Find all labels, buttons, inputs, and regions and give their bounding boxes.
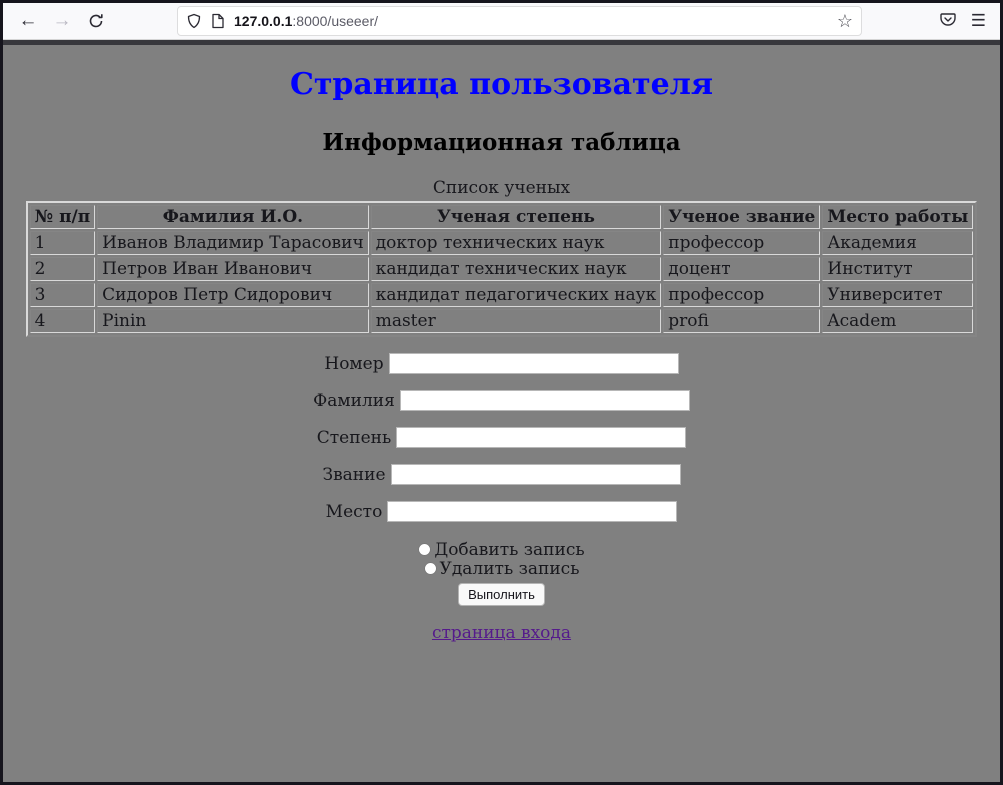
reload-button[interactable]: [81, 6, 111, 36]
cell-place: Институт: [822, 257, 973, 281]
header-rank: Ученое звание: [663, 205, 820, 229]
pocket-icon[interactable]: [939, 10, 957, 33]
cell-place: Academ: [822, 309, 973, 333]
table-row: 4 Pinin master profi Academ: [30, 309, 974, 333]
cell-name: Иванов Владимир Тарасович: [97, 231, 369, 255]
page-subtitle: Информационная таблица: [3, 129, 1000, 156]
url-bar[interactable]: 127.0.0.1:8000/useeer/ ☆: [177, 6, 862, 36]
cell-name: Pinin: [97, 309, 369, 333]
add-record-radio[interactable]: [418, 543, 431, 556]
table-row: 2 Петров Иван Иванович кандидат техничес…: [30, 257, 974, 281]
cell-rank: profi: [663, 309, 820, 333]
form-row-number: Номер: [3, 353, 1000, 374]
radio-row-delete: Удалить запись: [3, 560, 1000, 579]
cell-place: Академия: [822, 231, 973, 255]
form-row-surname: Фамилия: [3, 390, 1000, 411]
forward-arrow-icon: →: [53, 10, 72, 32]
shield-icon[interactable]: [186, 13, 202, 29]
toolbar-right-group: ☰: [939, 10, 990, 33]
record-form: Номер Фамилия Степень Звание Место Добав…: [3, 353, 1000, 606]
table-header-row: № п/п Фамилия И.О. Ученая степень Ученое…: [30, 205, 974, 229]
table-row: 1 Иванов Владимир Тарасович доктор техни…: [30, 231, 974, 255]
delete-record-radio[interactable]: [424, 562, 437, 575]
form-row-rank: Звание: [3, 464, 1000, 485]
form-row-degree: Степень: [3, 427, 1000, 448]
page-title: Страница пользователя: [3, 67, 1000, 102]
table-row: 3 Сидоров Петр Сидорович кандидат педаго…: [30, 283, 974, 307]
cell-rank: профессор: [663, 231, 820, 255]
scientists-table: Список ученых № п/п Фамилия И.О. Ученая …: [26, 178, 978, 337]
bookmark-star-icon[interactable]: ☆: [837, 11, 853, 32]
execute-button[interactable]: Выполнить: [458, 583, 545, 606]
cell-number: 2: [30, 257, 96, 281]
url-host: 127.0.0.1: [234, 13, 292, 29]
link-row: страница входа: [3, 623, 1000, 643]
number-input[interactable]: [389, 353, 679, 374]
cell-rank: доцент: [663, 257, 820, 281]
header-name: Фамилия И.О.: [97, 205, 369, 229]
url-path: :8000/useeer/: [292, 13, 378, 29]
surname-label: Фамилия: [313, 391, 395, 411]
surname-input[interactable]: [400, 390, 690, 411]
browser-toolbar: ← → 127.0.0.1:8000/useeer/: [3, 3, 1000, 40]
rank-label: Звание: [322, 465, 385, 485]
url-text: 127.0.0.1:8000/useeer/: [234, 13, 831, 29]
cell-name: Сидоров Петр Сидорович: [97, 283, 369, 307]
form-row-place: Место: [3, 501, 1000, 522]
rank-input[interactable]: [391, 464, 681, 485]
place-label: Место: [326, 502, 383, 522]
cell-place: Университет: [822, 283, 973, 307]
cell-degree: кандидат педагогических наук: [371, 283, 662, 307]
forward-button[interactable]: →: [47, 6, 77, 36]
back-button[interactable]: ←: [13, 6, 43, 36]
cell-rank: профессор: [663, 283, 820, 307]
cell-degree: master: [371, 309, 662, 333]
cell-number: 4: [30, 309, 96, 333]
header-degree: Ученая степень: [371, 205, 662, 229]
degree-input[interactable]: [396, 427, 686, 448]
cell-name: Петров Иван Иванович: [97, 257, 369, 281]
reload-icon: [88, 13, 104, 29]
menu-icon[interactable]: ☰: [971, 11, 986, 31]
page-info-icon[interactable]: [211, 13, 225, 29]
degree-label: Степень: [317, 428, 391, 448]
delete-record-label: Удалить запись: [440, 559, 580, 579]
browser-window: ← → 127.0.0.1:8000/useeer/: [0, 0, 1003, 785]
place-input[interactable]: [387, 501, 677, 522]
cell-degree: кандидат технических наук: [371, 257, 662, 281]
back-arrow-icon: ←: [19, 10, 38, 32]
add-record-label: Добавить запись: [434, 540, 584, 560]
action-radio-group: Добавить запись Удалить запись: [3, 541, 1000, 579]
cell-number: 1: [30, 231, 96, 255]
table-caption: Список ученых: [26, 178, 978, 201]
header-number: № п/п: [30, 205, 96, 229]
number-label: Номер: [324, 354, 383, 374]
login-page-link[interactable]: страница входа: [432, 623, 571, 643]
header-place: Место работы: [822, 205, 973, 229]
cell-number: 3: [30, 283, 96, 307]
button-row: Выполнить: [3, 583, 1000, 606]
radio-row-add: Добавить запись: [3, 541, 1000, 560]
cell-degree: доктор технических наук: [371, 231, 662, 255]
page-content: Страница пользователя Информационная таб…: [3, 45, 1000, 782]
